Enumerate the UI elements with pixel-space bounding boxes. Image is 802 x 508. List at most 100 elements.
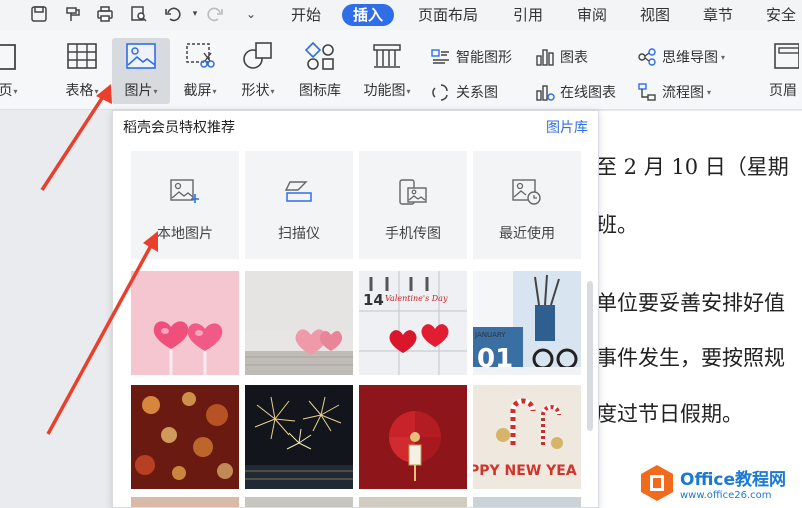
ribbon-smart-graphic-button[interactable]: 智能图形 xyxy=(430,46,512,68)
tab-view[interactable]: 视图 xyxy=(640,4,670,26)
redo-icon[interactable] xyxy=(204,3,226,25)
ribbon-function-chart-button[interactable]: 功能图▾ xyxy=(355,38,419,104)
print-preview-icon[interactable] xyxy=(128,3,150,25)
tab-page-layout[interactable]: 页面布局 xyxy=(418,4,478,26)
scanner-button[interactable]: 扫描仪 xyxy=(245,151,353,259)
ribbon-mind-map-label: 思维导图 xyxy=(662,50,718,66)
ribbon-relation-chart-label: 关系图 xyxy=(456,85,498,101)
ribbon-page-button[interactable]: 页▾ xyxy=(0,38,30,104)
format-painter-icon[interactable] xyxy=(62,3,84,25)
recent-use-button[interactable]: 最近使用 xyxy=(473,151,581,259)
scanner-label: 扫描仪 xyxy=(278,226,320,242)
thumb-new-year-text: PPY NEW YEA xyxy=(473,463,577,479)
phone-transfer-label: 手机传图 xyxy=(385,226,441,242)
ribbon-smart-graphic-label: 智能图形 xyxy=(456,50,512,66)
online-chart-icon xyxy=(534,82,556,102)
ribbon-online-chart-button[interactable]: 在线图表 xyxy=(534,81,616,103)
screenshot-icon xyxy=(180,38,220,74)
document-line: 事件发生，要按照规 xyxy=(596,346,785,370)
icon-library-icon xyxy=(300,38,340,74)
phone-transfer-icon xyxy=(396,175,430,209)
ribbon-header-button[interactable]: 页眉 xyxy=(758,38,802,104)
ribbon-chart-button[interactable]: 图表 xyxy=(534,46,588,68)
office-logo-icon xyxy=(640,464,674,502)
tab-security[interactable]: 安全 xyxy=(766,4,796,26)
smart-graphic-icon xyxy=(430,47,452,67)
ribbon-icon-library-label: 图标库 xyxy=(299,83,341,99)
header-icon xyxy=(763,38,802,74)
ribbon-picture-label: 图片 xyxy=(124,83,153,99)
thumb-fireworks[interactable] xyxy=(245,385,353,489)
ribbon: 页▾ 表格▾ 图片▾ 截屏▾ 形状▾ 图标库 功能图▾ 智能图形 图表 思维导图… xyxy=(0,30,802,110)
ribbon-table-label: 表格 xyxy=(65,83,94,99)
thumb-row-peek xyxy=(245,497,353,507)
thumb-calendar-date: 14 xyxy=(363,291,384,309)
recent-use-label: 最近使用 xyxy=(499,226,555,242)
document-line: 单位要妥善安排好值 xyxy=(596,291,785,315)
ribbon-icon-library-button[interactable]: 图标库 xyxy=(290,38,350,104)
undo-icon[interactable] xyxy=(162,3,184,25)
table-icon xyxy=(62,38,102,74)
phone-transfer-button[interactable]: 手机传图 xyxy=(359,151,467,259)
ribbon-table-button[interactable]: 表格▾ xyxy=(56,38,108,104)
picture-icon xyxy=(121,38,161,74)
watermark-url: www.office26.com xyxy=(680,490,772,501)
scanner-icon xyxy=(282,175,316,209)
thumb-january-text: JANUARY xyxy=(474,331,506,339)
more-icon[interactable]: ⌄ xyxy=(240,3,262,25)
ribbon-mind-map-button[interactable]: 思维导图 ▾ xyxy=(636,46,725,68)
thumb-pink-hearts-on-wood[interactable] xyxy=(245,271,353,375)
ribbon-online-chart-label: 在线图表 xyxy=(560,85,616,101)
save-icon[interactable] xyxy=(28,3,50,25)
ribbon-picture-button[interactable]: 图片▾ xyxy=(112,38,170,104)
tab-review[interactable]: 审阅 xyxy=(577,4,607,26)
mind-map-icon xyxy=(636,47,658,67)
chart-icon xyxy=(534,47,556,67)
tab-insert[interactable]: 插入 xyxy=(342,4,395,26)
shapes-icon xyxy=(238,38,278,74)
ribbon-shapes-button[interactable]: 形状▾ xyxy=(232,38,284,104)
thumb-row-peek xyxy=(131,497,239,507)
tab-chapter[interactable]: 章节 xyxy=(703,4,733,26)
ribbon-header-label: 页眉 xyxy=(769,83,797,99)
thumb-pink-heart-lollipops[interactable] xyxy=(131,271,239,375)
ribbon-shapes-label: 形状 xyxy=(241,83,270,99)
recent-use-icon xyxy=(510,175,544,209)
ribbon-screenshot-label: 截屏 xyxy=(183,83,212,99)
document-line: 至 2 月 10 日（星期 xyxy=(596,155,789,179)
thumb-candy-cane-new-year[interactable]: PPY NEW YEA xyxy=(473,385,581,489)
thumb-january-calendar[interactable]: JANUARY 01 xyxy=(473,271,581,375)
thumb-row-peek xyxy=(473,497,581,507)
panel-title: 稻壳会员特权推荐 xyxy=(123,120,235,136)
function-chart-icon xyxy=(367,38,407,74)
menu-bar: ▾ ⌄ 开始 插入 页面布局 引用 审阅 视图 章节 安全 xyxy=(0,0,802,30)
picture-library-link[interactable]: 图片库 xyxy=(546,117,588,137)
tab-references[interactable]: 引用 xyxy=(513,4,543,26)
undo-dropdown-icon[interactable]: ▾ xyxy=(184,3,206,25)
document-line: 班。 xyxy=(596,213,638,237)
ribbon-relation-chart-button[interactable]: 关系图 xyxy=(430,81,498,103)
local-image-button[interactable]: 本地图片 xyxy=(131,151,239,259)
site-watermark: Office教程网 www.office26.com xyxy=(640,458,802,508)
ribbon-flowchart-button[interactable]: 流程图 ▾ xyxy=(636,81,711,103)
thumb-valentines-calendar[interactable]: 14 Valentine's Day xyxy=(359,271,467,375)
ribbon-page-label: 页 xyxy=(0,83,13,99)
flowchart-icon xyxy=(636,82,658,102)
local-image-icon xyxy=(168,175,202,209)
document-line: 度过节日假期。 xyxy=(596,402,743,426)
thumb-red-bokeh[interactable] xyxy=(131,385,239,489)
thumb-valentines-text: Valentine's Day xyxy=(385,294,448,303)
ribbon-flowchart-label: 流程图 xyxy=(662,85,704,101)
local-image-label: 本地图片 xyxy=(157,226,213,242)
thumb-red-fan-decoration[interactable] xyxy=(359,385,467,489)
print-icon[interactable] xyxy=(94,3,116,25)
page-icon xyxy=(0,38,28,74)
panel-scrollbar[interactable] xyxy=(587,281,593,431)
ribbon-chart-label: 图表 xyxy=(560,50,588,66)
relation-chart-icon xyxy=(430,82,452,102)
tab-start[interactable]: 开始 xyxy=(291,4,321,26)
watermark-title: Office教程网 xyxy=(680,470,787,490)
thumb-row-peek xyxy=(359,497,467,507)
ribbon-screenshot-button[interactable]: 截屏▾ xyxy=(174,38,226,104)
ribbon-function-chart-label: 功能图 xyxy=(363,83,406,99)
